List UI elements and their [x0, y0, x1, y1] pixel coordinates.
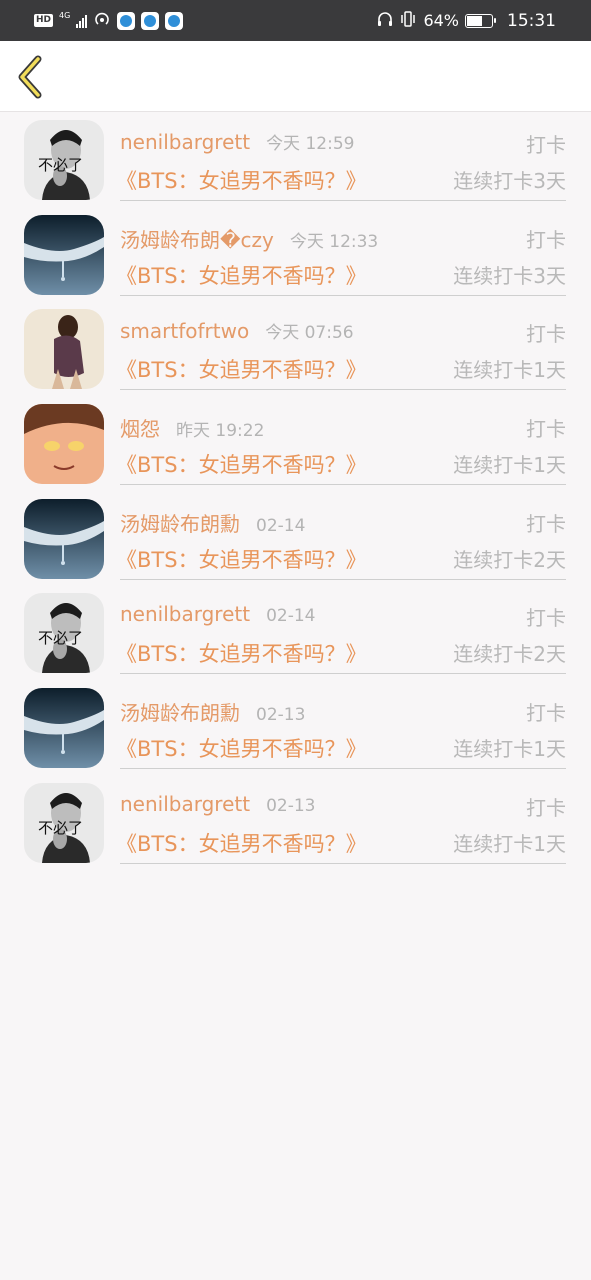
headphones-icon — [377, 11, 393, 31]
book-title-link[interactable]: 《BTS：女追男不香吗？》 — [116, 544, 367, 574]
battery-percent: 64% — [423, 11, 459, 30]
row-content: 汤姆龄布朗勳 02-13 打卡《BTS：女追男不香吗？》 连续打卡1天 — [116, 680, 566, 770]
timestamp: 02-14 — [256, 515, 306, 536]
username-text: nenilbargrett — [120, 791, 251, 816]
row-content: 烟怨 昨天 19:22 打卡《BTS：女追男不香吗？》 连续打卡1天 — [116, 396, 566, 486]
status-bar: HD 4G 64% 15:31 — [0, 0, 591, 41]
streak-count: 连续打卡3天 — [453, 263, 566, 288]
app-notification-icon — [141, 11, 160, 30]
back-button[interactable] — [12, 55, 52, 99]
checkin-list: 不必了 nenilbargrett 今天 12:59 打卡 《BTS：女追男不香吗？》连… — [0, 112, 591, 870]
username-text: smartfofrtwo — [120, 319, 250, 344]
checkin-label: 打卡 — [526, 701, 566, 726]
checkin-label: 打卡 — [526, 795, 566, 820]
checkin-label: 打卡 — [526, 133, 566, 157]
username[interactable]: nenilbargrett 今天 12:59 — [120, 129, 354, 154]
hd-badge: HD — [34, 14, 54, 27]
checkin-label: 打卡 — [526, 606, 566, 631]
timestamp: 02-14 — [266, 606, 316, 627]
streak-count: 连续打卡2天 — [453, 547, 566, 572]
row-content: 汤姆龄布朗勳 02-14 打卡《BTS：女追男不香吗？》 连续打卡2天 — [116, 491, 566, 580]
hotspot-icon — [93, 11, 111, 31]
book-title-link[interactable]: 《BTS：女追男不香吗？》 — [116, 354, 367, 384]
username-text: 汤姆龄布朗勳 — [120, 701, 240, 726]
timestamp: 02-13 — [256, 705, 306, 726]
book-title-link[interactable]: 《BTS：女追男不香吗？》 — [116, 828, 367, 858]
username-text: nenilbargrett — [120, 130, 251, 154]
timestamp: 昨天 19:22 — [176, 421, 265, 442]
checkin-row[interactable]: 烟怨 昨天 19:22 打卡《BTS：女追男不香吗？》 连续打卡1天 — [0, 396, 591, 491]
avatar[interactable] — [24, 309, 104, 390]
checkin-row[interactable]: 汤姆龄布朗�czy 今天 12:33 打卡《BTS：女追男不香吗？》 连续打卡3天 — [0, 207, 591, 302]
app-bar — [0, 41, 591, 112]
avatar[interactable] — [24, 688, 104, 769]
avatar[interactable]: 不必了 — [24, 782, 104, 863]
book-title-link[interactable]: 《BTS：女追男不香吗？》 — [116, 260, 367, 290]
vibrate-icon — [399, 10, 417, 31]
row-content: 汤姆龄布朗�czy 今天 12:33 打卡《BTS：女追男不香吗？》 连续打卡3天 — [116, 207, 566, 296]
avatar[interactable]: 不必了 — [24, 593, 104, 674]
username[interactable]: 烟怨 昨天 19:22 — [120, 413, 264, 442]
streak-count: 连续打卡3天 — [453, 169, 566, 193]
streak-count: 连续打卡1天 — [453, 831, 566, 856]
status-right: 64% 15:31 — [377, 0, 556, 41]
username[interactable]: 汤姆龄布朗勳 02-13 — [120, 697, 305, 726]
app-notification-icon — [165, 11, 184, 30]
streak-count: 连续打卡1天 — [453, 358, 566, 383]
battery-icon — [465, 13, 496, 28]
signal-icon — [76, 14, 88, 28]
checkin-row[interactable]: 不必了 nenilbargrett 02-13 打卡《BTS：女追男不香吗？》 连续打卡… — [0, 775, 591, 870]
checkin-label: 打卡 — [526, 227, 566, 252]
checkin-row[interactable]: 汤姆龄布朗勳 02-13 打卡《BTS：女追男不香吗？》 连续打卡1天 — [0, 680, 591, 775]
streak-count: 连续打卡1天 — [453, 737, 566, 762]
username-text: 汤姆龄布朗�czy — [120, 227, 274, 252]
chevron-left-icon — [18, 55, 42, 99]
timestamp: 今天 07:56 — [265, 323, 354, 344]
username[interactable]: 汤姆龄布朗�czy 今天 12:33 — [120, 224, 378, 253]
row-content: nenilbargrett 02-13 打卡《BTS：女追男不香吗？》 连续打卡1天 — [116, 775, 566, 864]
username-text: 汤姆龄布朗勳 — [120, 511, 240, 536]
username-text: nenilbargrett — [120, 602, 251, 627]
checkin-label: 打卡 — [526, 322, 566, 347]
checkin-label: 打卡 — [526, 511, 566, 536]
status-left: HD 4G — [34, 0, 184, 41]
row-content: nenilbargrett 02-14 打卡《BTS：女追男不香吗？》 连续打卡2天 — [116, 585, 566, 675]
timestamp: 今天 12:33 — [289, 231, 379, 252]
username[interactable]: nenilbargrett 02-13 — [120, 792, 315, 816]
book-title-link[interactable]: 《BTS：女追男不香吗？》 — [116, 733, 367, 763]
username-text: 烟怨 — [120, 417, 160, 442]
checkin-row[interactable]: 不必了 nenilbargrett 今天 12:59 打卡《BTS：女追男不香吗？》 连… — [0, 112, 591, 207]
row-content: nenilbargrett 今天 12:59 打卡《BTS：女追男不香吗？》 连续打卡… — [116, 112, 566, 201]
avatar-caption: 不必了 — [38, 156, 84, 174]
streak-count: 连续打卡1天 — [453, 453, 566, 478]
checkin-row[interactable]: 不必了 nenilbargrett 02-14 打卡《BTS：女追男不香吗？》 连续打卡… — [0, 585, 591, 680]
username[interactable]: smartfofrtwo 今天 07:56 — [120, 318, 354, 343]
avatar[interactable]: 不必了 — [24, 120, 104, 200]
username[interactable]: nenilbargrett 02-14 — [120, 602, 315, 626]
app-notification-icon — [117, 11, 136, 30]
timestamp: 今天 12:59 — [266, 134, 355, 154]
avatar-caption: 不必了 — [38, 629, 84, 648]
avatar-caption: 不必了 — [38, 818, 84, 837]
checkin-label: 打卡 — [526, 417, 566, 442]
avatar[interactable] — [24, 404, 104, 485]
network-type: 4G — [59, 10, 71, 20]
timestamp: 02-13 — [266, 795, 316, 816]
avatar[interactable] — [24, 498, 104, 579]
book-title-link[interactable]: 《BTS：女追男不香吗？》 — [116, 165, 367, 195]
username[interactable]: 汤姆龄布朗勳 02-14 — [120, 508, 305, 537]
clock: 15:31 — [507, 10, 556, 31]
streak-count: 连续打卡2天 — [453, 642, 566, 667]
checkin-row[interactable]: smartfofrtwo 今天 07:56 打卡《BTS：女追男不香吗？》 连续打卡1… — [0, 301, 591, 396]
book-title-link[interactable]: 《BTS：女追男不香吗？》 — [116, 638, 367, 668]
checkin-row[interactable]: 汤姆龄布朗勳 02-14 打卡《BTS：女追男不香吗？》 连续打卡2天 — [0, 491, 591, 586]
row-content: smartfofrtwo 今天 07:56 打卡《BTS：女追男不香吗？》 连续打卡1… — [116, 301, 566, 391]
avatar[interactable] — [24, 214, 104, 295]
book-title-link[interactable]: 《BTS：女追男不香吗？》 — [116, 449, 367, 479]
